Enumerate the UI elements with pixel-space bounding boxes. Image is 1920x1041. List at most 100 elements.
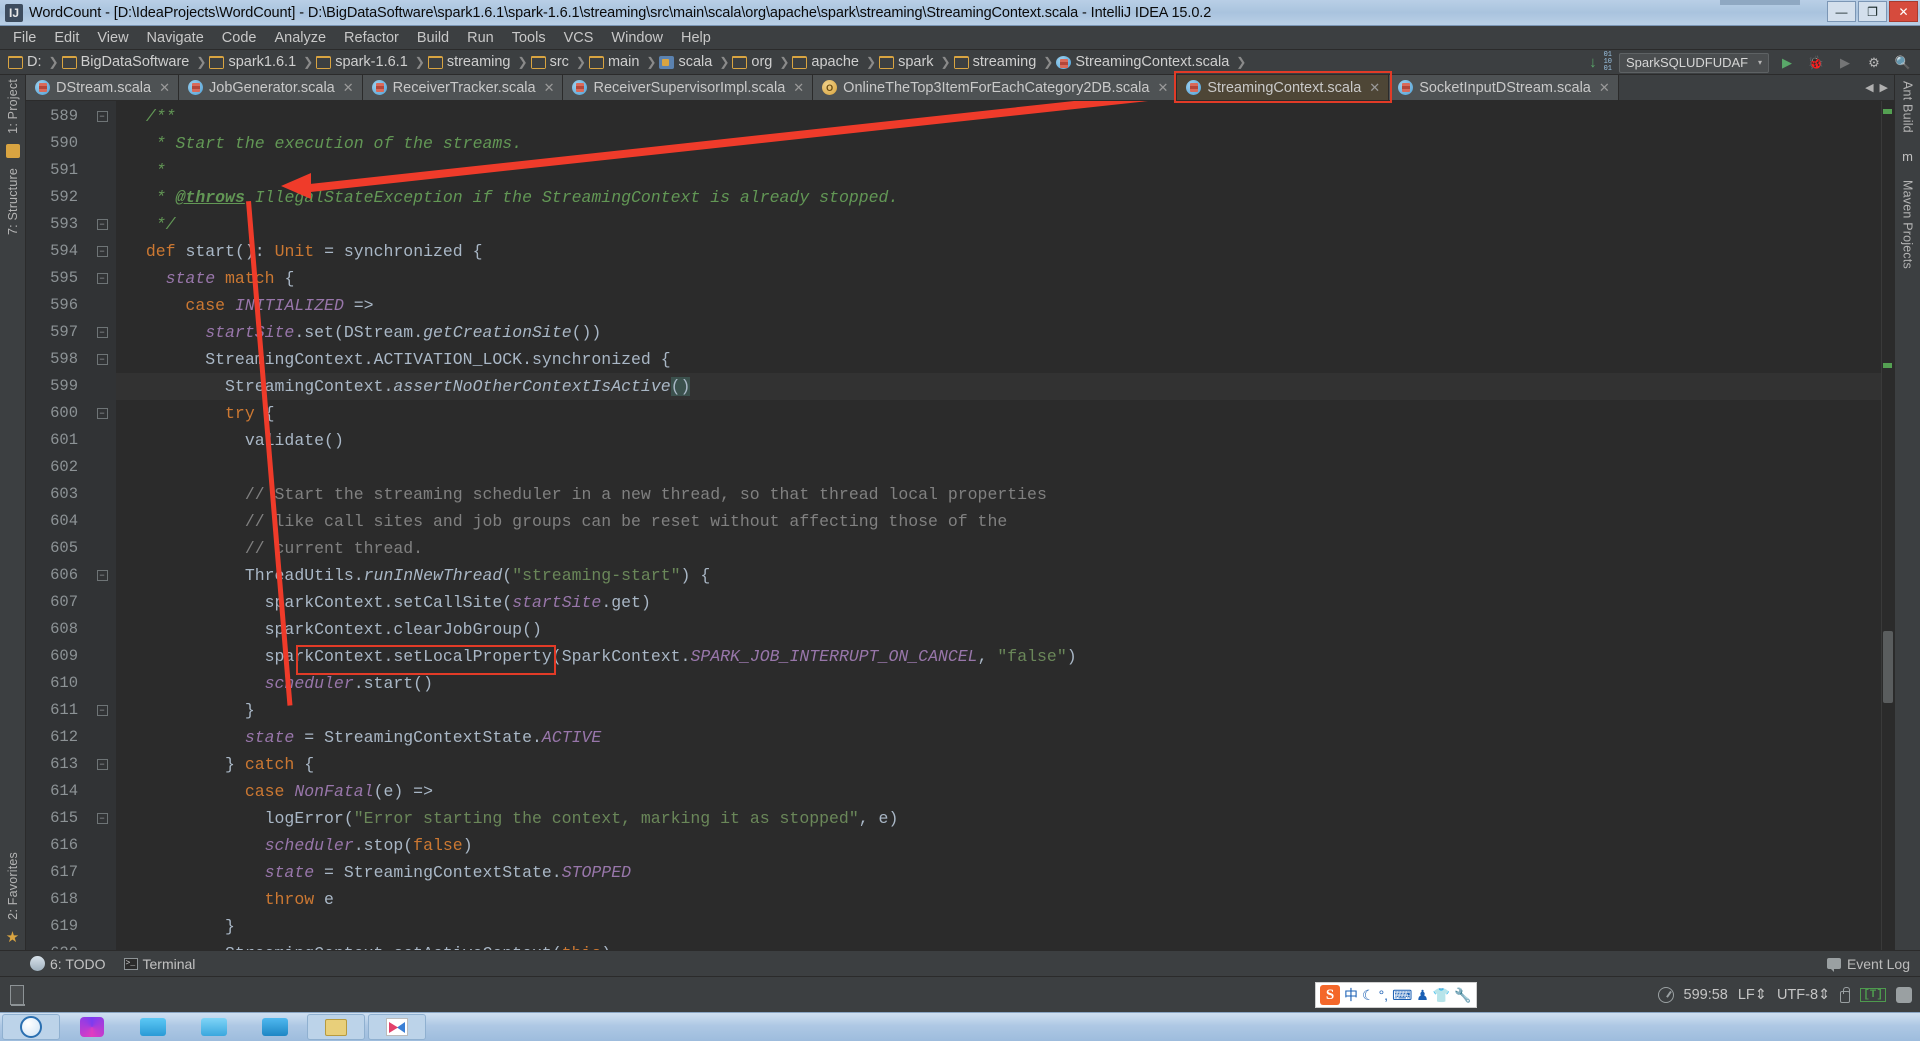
menu-help[interactable]: Help: [672, 28, 720, 48]
hector-icon[interactable]: [1896, 987, 1912, 1003]
tool-button-maven-projects[interactable]: Maven Projects: [1901, 180, 1915, 269]
ime-keyboard-icon[interactable]: ⌨: [1392, 987, 1412, 1004]
code-line[interactable]: StreamingContext.setActiveContext(this): [116, 940, 1894, 950]
code-line[interactable]: }: [116, 697, 1894, 724]
maximize-button[interactable]: ❐: [1858, 1, 1887, 22]
code-line[interactable]: }: [116, 913, 1894, 940]
code-line[interactable]: throw e: [116, 886, 1894, 913]
code-line[interactable]: */: [116, 211, 1894, 238]
breadcrumb-item-src[interactable]: src: [529, 50, 575, 75]
breadcrumb-item-spark-161[interactable]: spark-1.6.1: [314, 50, 414, 75]
close-icon[interactable]: ✕: [544, 80, 555, 96]
settings-gear-icon[interactable]: ⚙: [1863, 53, 1885, 73]
taskbar-pdf[interactable]: [368, 1014, 426, 1040]
menu-edit[interactable]: Edit: [45, 28, 88, 48]
minimize-button[interactable]: —: [1827, 1, 1856, 22]
code-line[interactable]: try {: [116, 400, 1894, 427]
fold-marker[interactable]: −: [88, 697, 116, 724]
fold-collapse-icon[interactable]: −: [96, 273, 108, 284]
editor-vertical-scrollbar[interactable]: [1881, 101, 1894, 950]
ime-user-icon[interactable]: ♟: [1416, 987, 1429, 1004]
fold-collapse-icon[interactable]: −: [96, 246, 108, 257]
update-project-icon[interactable]: ↓: [1589, 55, 1597, 70]
ime-language-icon[interactable]: 中: [1344, 985, 1358, 1005]
taskbar-app-4[interactable]: [246, 1014, 304, 1040]
run-button[interactable]: ▶: [1776, 53, 1798, 73]
run-with-coverage-button[interactable]: ▶: [1834, 53, 1856, 73]
code-line[interactable]: StreamingContext.assertNoOtherContextIsA…: [116, 373, 1894, 400]
fold-marker[interactable]: −: [88, 238, 116, 265]
menu-code[interactable]: Code: [213, 28, 266, 48]
tool-button-favorites[interactable]: 2: Favorites: [6, 852, 20, 920]
code-line[interactable]: /**: [116, 103, 1894, 130]
code-line[interactable]: // current thread.: [116, 535, 1894, 562]
close-icon[interactable]: ✕: [343, 80, 354, 96]
tool-button-terminal[interactable]: >_ Terminal: [123, 956, 195, 972]
code-line[interactable]: def start(): Unit = synchronized {: [116, 238, 1894, 265]
fold-collapse-icon[interactable]: −: [96, 408, 108, 419]
breadcrumb-item-apache[interactable]: apache: [790, 50, 865, 75]
tool-button-project[interactable]: 1: Project: [6, 79, 20, 134]
menu-build[interactable]: Build: [408, 28, 458, 48]
tool-button-todo[interactable]: 6: TODO: [30, 956, 106, 972]
memory-indicator-icon[interactable]: [10, 984, 24, 1005]
code-line[interactable]: // like call sites and job groups can be…: [116, 508, 1894, 535]
event-log-button[interactable]: Event Log: [1826, 956, 1920, 972]
fold-marker[interactable]: −: [88, 319, 116, 346]
tool-button-structure[interactable]: 7: Structure: [6, 168, 20, 235]
menu-view[interactable]: View: [88, 28, 137, 48]
code-line[interactable]: scheduler.start(): [116, 670, 1894, 697]
chevron-left-icon[interactable]: ◀: [1865, 81, 1873, 94]
fold-collapse-icon[interactable]: −: [96, 570, 108, 581]
breadcrumb-item-main[interactable]: main: [587, 50, 645, 75]
inspection-gauge-icon[interactable]: [1657, 987, 1674, 1003]
lock-icon[interactable]: [1840, 986, 1851, 1003]
menu-analyze[interactable]: Analyze: [265, 28, 335, 48]
close-button[interactable]: ✕: [1889, 1, 1918, 22]
code-editor[interactable]: 589 590 591 592 593 594 595 596 597 598 599 600 601 6…: [26, 101, 1894, 950]
fold-expand-icon[interactable]: −: [96, 813, 108, 824]
close-icon[interactable]: ✕: [1599, 80, 1610, 96]
fold-expand-icon[interactable]: −: [96, 219, 108, 230]
code-line[interactable]: * @throws IllegalStateException if the S…: [116, 184, 1894, 211]
code-line[interactable]: ThreadUtils.runInNewThread("streaming-st…: [116, 562, 1894, 589]
code-line[interactable]: case INITIALIZED =>: [116, 292, 1894, 319]
close-icon[interactable]: ✕: [1157, 80, 1168, 96]
code-line[interactable]: *: [116, 157, 1894, 184]
file-encoding[interactable]: UTF-8⇕: [1777, 987, 1830, 1003]
taskbar-app-2[interactable]: [124, 1014, 182, 1040]
code-line[interactable]: StreamingContext.ACTIVATION_LOCK.synchro…: [116, 346, 1894, 373]
ime-skin-icon[interactable]: 👕: [1433, 987, 1450, 1004]
fold-marker[interactable]: −: [88, 211, 116, 238]
fold-expand-icon[interactable]: −: [96, 111, 108, 122]
debug-button[interactable]: 🐞: [1805, 53, 1827, 73]
compare-binary-icon[interactable]: 01 10 01: [1604, 52, 1612, 73]
code-folding-gutter[interactable]: − − − − − − − − − − −: [88, 101, 116, 950]
fold-marker[interactable]: −: [88, 400, 116, 427]
breadcrumb-item-scala[interactable]: scala: [657, 50, 718, 75]
fold-collapse-icon[interactable]: −: [96, 354, 108, 365]
run-configuration-selector[interactable]: SparkSQLUDFUDAF ▾: [1619, 52, 1769, 73]
tab-streamingcontext[interactable]: StreamingContext.scala ✕: [1177, 75, 1390, 100]
taskbar-start-button[interactable]: [2, 1014, 60, 1040]
tab-onlinethetop3item[interactable]: O OnlineTheTop3ItemForEachCategory2DB.sc…: [813, 75, 1178, 100]
code-line[interactable]: validate(): [116, 427, 1894, 454]
tool-button-ant-build[interactable]: Ant Build: [1901, 81, 1915, 133]
code-line[interactable]: sparkContext.setCallSite(startSite.get): [116, 589, 1894, 616]
menu-tools[interactable]: Tools: [503, 28, 555, 48]
code-line[interactable]: * Start the execution of the streams.: [116, 130, 1894, 157]
chevron-right-icon[interactable]: ▶: [1880, 81, 1888, 94]
breadcrumb-item-bigdatasoftware[interactable]: BigDataSoftware: [60, 50, 196, 75]
ime-toolbar[interactable]: S 中 ☾ °, ⌨ ♟ 👕 🔧: [1315, 982, 1477, 1008]
code-line[interactable]: // Start the streaming scheduler in a ne…: [116, 481, 1894, 508]
line-separator[interactable]: LF⇕: [1738, 987, 1767, 1003]
tab-receivertracker[interactable]: ReceiverTracker.scala ✕: [362, 75, 564, 100]
menu-file[interactable]: File: [4, 28, 45, 48]
fold-marker[interactable]: −: [88, 103, 116, 130]
breadcrumb-item-org[interactable]: org: [730, 50, 778, 75]
tab-overflow-controls[interactable]: ◀ ▶: [1865, 75, 1894, 100]
close-icon[interactable]: ✕: [159, 80, 170, 96]
tab-receiversupervisorimpl[interactable]: ReceiverSupervisorImpl.scala ✕: [563, 75, 814, 100]
fold-expand-icon[interactable]: −: [96, 759, 108, 770]
fold-expand-icon[interactable]: −: [96, 705, 108, 716]
